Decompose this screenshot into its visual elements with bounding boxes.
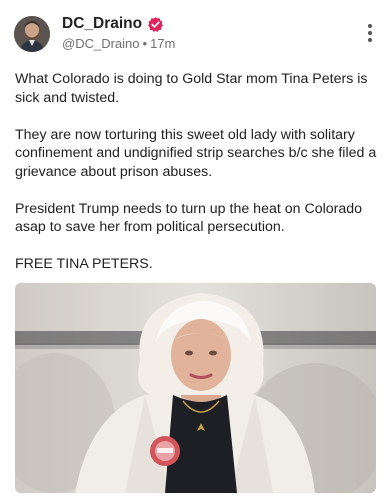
author-display-name[interactable]: DC_Draino [62, 15, 142, 33]
post-body: What Colorado is doing to Gold Star mom … [15, 70, 380, 292]
meta-separator: • [142, 36, 148, 51]
social-post: DC_Draino @DC_Draino • 17m What Colorado i… [0, 0, 391, 500]
post-paragraph: What Colorado is doing to Gold Star mom … [15, 71, 368, 106]
post-paragraph: They are now torturing this sweet old la… [15, 126, 377, 180]
verified-badge-icon [147, 16, 164, 33]
avatar[interactable] [14, 16, 50, 52]
more-options-icon[interactable] [367, 24, 373, 44]
post-paragraph: FREE TINA PETERS. [15, 256, 153, 272]
author-meta: @DC_Draino • 17m [62, 36, 175, 51]
post-image[interactable] [15, 283, 376, 493]
author-handle[interactable]: @DC_Draino [62, 36, 140, 51]
author-name-row: DC_Draino [62, 15, 164, 33]
post-timestamp[interactable]: 17m [150, 36, 175, 51]
post-paragraph: President Trump needs to turn up the hea… [15, 200, 363, 236]
